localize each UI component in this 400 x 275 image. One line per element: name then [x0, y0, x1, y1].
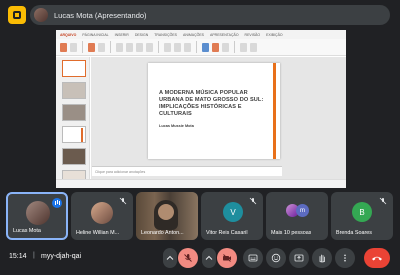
slide-thumbnails [56, 57, 90, 188]
slide-accent-stripe [273, 63, 276, 159]
more-options-button[interactable] [335, 248, 355, 268]
participant-name: Brenda Soares [336, 230, 372, 236]
closed-captions-icon [248, 254, 258, 262]
participant-tile[interactable]: Leonardo Anton... [136, 192, 198, 240]
participant-name: Vitor Reis Casaril [206, 230, 248, 236]
avatar [26, 201, 50, 225]
avatar: m [296, 204, 309, 217]
avatar: B [352, 202, 372, 222]
slide-thumbnail [62, 82, 86, 99]
presenter-bar: Lucas Mota (Apresentando) [0, 0, 400, 30]
present-icon [294, 254, 304, 262]
slide-thumbnail [62, 104, 86, 121]
camera-off-icon [223, 254, 231, 262]
participant-tile[interactable]: B Brenda Soares [331, 192, 393, 240]
slide-thumbnail [62, 126, 86, 143]
find-icon [240, 42, 247, 52]
present-button[interactable] [289, 248, 309, 268]
chevron-up-icon [205, 255, 213, 260]
participant-tile[interactable]: V Vitor Reis Casaril [201, 192, 263, 240]
participant-tiles: Lucas Mota Heline Willian M... Leonardo … [6, 192, 396, 240]
meeting-time: 15:14 [9, 253, 27, 260]
mic-off-icon [249, 197, 257, 205]
audio-options-button[interactable] [163, 248, 177, 268]
more-options-icon [344, 254, 346, 262]
mic-off-icon [379, 197, 387, 205]
ribbon-tab: REVISÃO [244, 32, 261, 37]
participant-tile[interactable]: Lucas Mota [6, 192, 68, 240]
font-icon [116, 42, 123, 52]
slide-title: A MODERNA MÚSICA POPULAR URBANA DE MATO … [159, 90, 264, 117]
shapes-icon [202, 42, 209, 52]
slide-author: Lucas Mussie Mota [159, 124, 194, 128]
notes-placeholder: Clique para adicionar anotações [92, 166, 282, 176]
camera-toggle-button[interactable] [217, 248, 237, 268]
emoji-icon [271, 253, 281, 263]
leave-call-icon [372, 256, 382, 261]
quick-styles-icon [222, 42, 229, 52]
mic-off-icon [184, 254, 192, 262]
presenter-label: Lucas Mota (Apresentando) [54, 10, 147, 20]
meet-logo-icon [8, 6, 26, 24]
arrange-icon [212, 42, 219, 52]
captions-button[interactable] [243, 248, 263, 268]
paste-icon [60, 42, 67, 52]
video-face [158, 204, 174, 220]
raise-hand-button[interactable] [312, 248, 332, 268]
participant-tile[interactable]: m Mais 10 pessoas [266, 192, 328, 240]
italic-icon [136, 42, 143, 52]
current-slide: A MODERNA MÚSICA POPULAR URBANA DE MATO … [148, 63, 280, 159]
raise-hand-icon [319, 254, 325, 263]
new-slide-icon [88, 42, 95, 52]
slide-thumbnail [62, 60, 86, 77]
ribbon-tab: ANIMAÇÕES [183, 32, 205, 37]
replace-icon [250, 42, 257, 52]
ribbon-tab: EXIBIÇÃO [266, 32, 283, 37]
video-options-button[interactable] [202, 248, 216, 268]
chevron-up-icon [166, 255, 174, 260]
ribbon-tab: INSERIR [114, 32, 129, 37]
ribbon-tab: APRESENTAÇÃO [210, 32, 239, 37]
participant-name: Mais 10 pessoas [271, 230, 312, 236]
ribbon-tab: TRANSIÇÕES [154, 32, 177, 37]
avatar [34, 8, 48, 22]
status-bar [56, 179, 346, 188]
underline-icon [146, 42, 153, 52]
mic-toggle-button[interactable] [178, 248, 198, 268]
align-center-icon [174, 42, 181, 52]
meeting-code: myy-djah-qai [41, 253, 82, 260]
control-bar: 15:14 | myy-djah-qai [0, 243, 400, 275]
align-left-icon [164, 42, 171, 52]
ribbon-tab: ARQUIVO [60, 32, 77, 37]
speaking-indicator-icon [52, 198, 62, 208]
bullets-icon [184, 42, 191, 52]
cut-icon [70, 42, 77, 52]
bold-icon [126, 42, 133, 52]
layout-icon [98, 42, 105, 52]
presenter-pill[interactable]: Lucas Mota (Apresentando) [30, 5, 390, 25]
avatar: V [223, 202, 243, 222]
slide-thumbnail [62, 148, 86, 165]
ribbon-tab: DESIGN [134, 32, 149, 37]
ribbon-tab: PÁGINA INICIAL [82, 32, 109, 37]
participant-name: Leonardo Anton... [141, 230, 184, 236]
mic-off-icon [119, 197, 127, 205]
ribbon-toolbar [56, 39, 346, 56]
avatar [91, 202, 113, 224]
participant-name: Heline Willian M... [76, 230, 120, 236]
participant-name: Lucas Mota [13, 228, 41, 234]
participant-tile[interactable]: Heline Willian M... [71, 192, 133, 240]
ribbon-tabs: ARQUIVO PÁGINA INICIAL INSERIR DESIGN TR… [56, 30, 346, 39]
leave-call-button[interactable] [364, 248, 390, 268]
shared-screen: ARQUIVO PÁGINA INICIAL INSERIR DESIGN TR… [56, 30, 346, 188]
separator: | [33, 252, 35, 259]
reactions-button[interactable] [266, 248, 286, 268]
